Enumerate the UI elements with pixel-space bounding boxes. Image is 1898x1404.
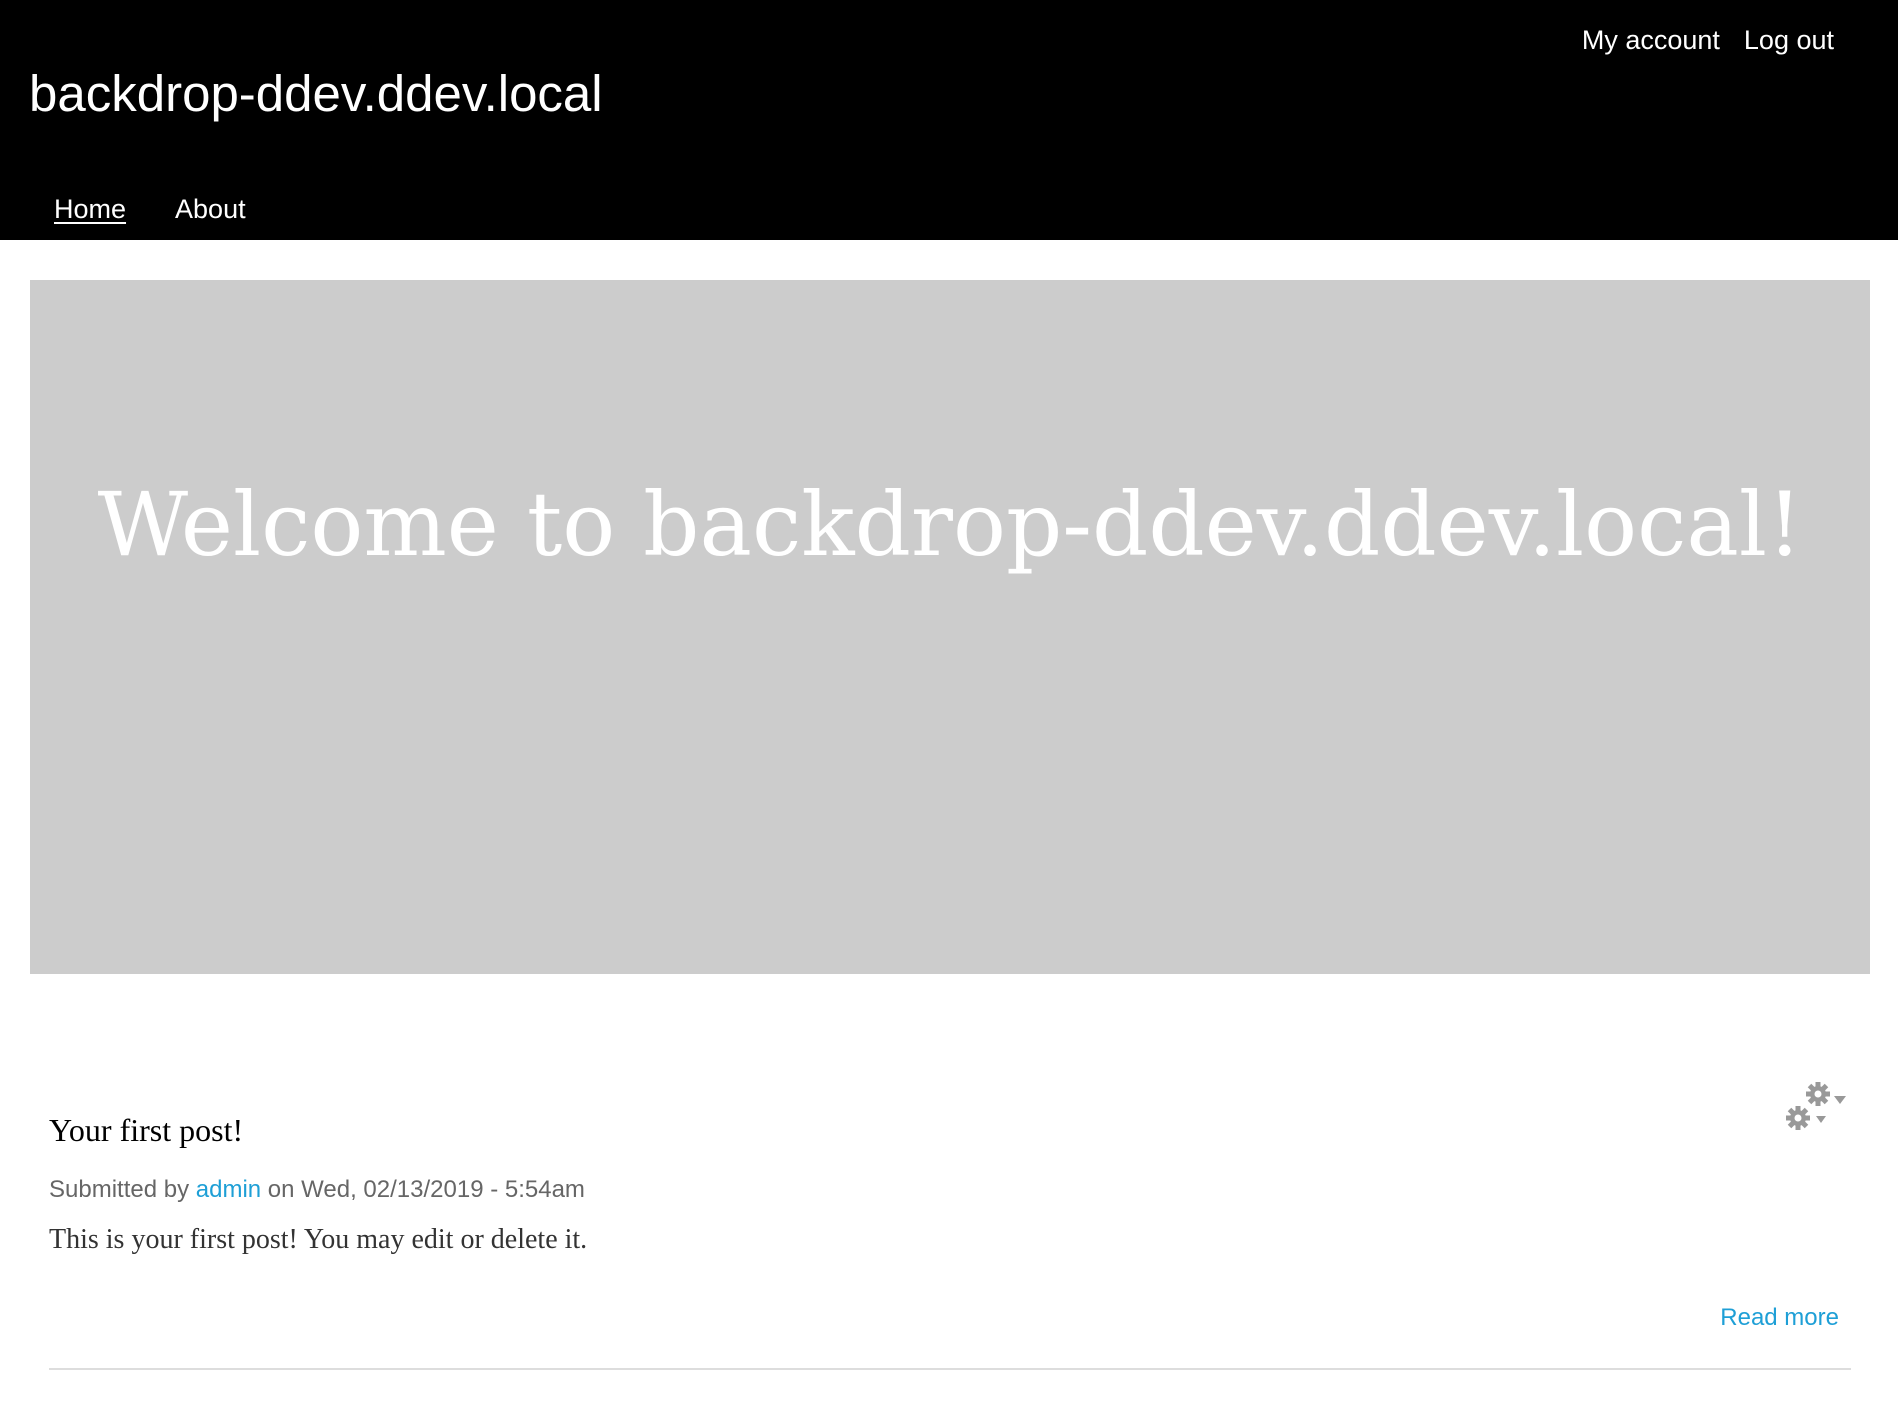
site-header: backdrop-ddev.ddev.local My account Log … [0, 0, 1898, 240]
submitted-middle: on [267, 1176, 295, 1203]
my-account-link[interactable]: My account [1582, 24, 1720, 56]
account-menu: My account Log out [1582, 24, 1834, 56]
main-menu: Home About [54, 192, 246, 226]
hero-banner: Welcome to backdrop-ddev.ddev.local! [30, 280, 1870, 974]
hero-title: Welcome to backdrop-ddev.ddev.local! [97, 473, 1803, 576]
post-date: Wed, 02/13/2019 - 5:54am [301, 1176, 585, 1203]
post-divider [49, 1368, 1851, 1370]
gear-icon [1786, 1082, 1846, 1130]
read-more-link[interactable]: Read more [1720, 1302, 1839, 1334]
submitted-prefix: Submitted by [49, 1176, 190, 1203]
post-title: Your first post! [49, 1110, 243, 1150]
author-link[interactable]: admin [196, 1176, 261, 1203]
post-body: This is your first post! You may edit or… [49, 1224, 588, 1255]
main-menu-item-home[interactable]: Home [54, 192, 126, 226]
post-title-link[interactable]: Your first post! [49, 1112, 243, 1148]
post-submitted-info: Submitted by admin on Wed, 02/13/2019 - … [49, 1174, 585, 1206]
log-out-link[interactable]: Log out [1744, 24, 1834, 56]
main-menu-item-about[interactable]: About [175, 192, 246, 226]
contextual-links-button[interactable] [1782, 1082, 1854, 1134]
site-name-link[interactable]: backdrop-ddev.ddev.local [29, 64, 603, 124]
